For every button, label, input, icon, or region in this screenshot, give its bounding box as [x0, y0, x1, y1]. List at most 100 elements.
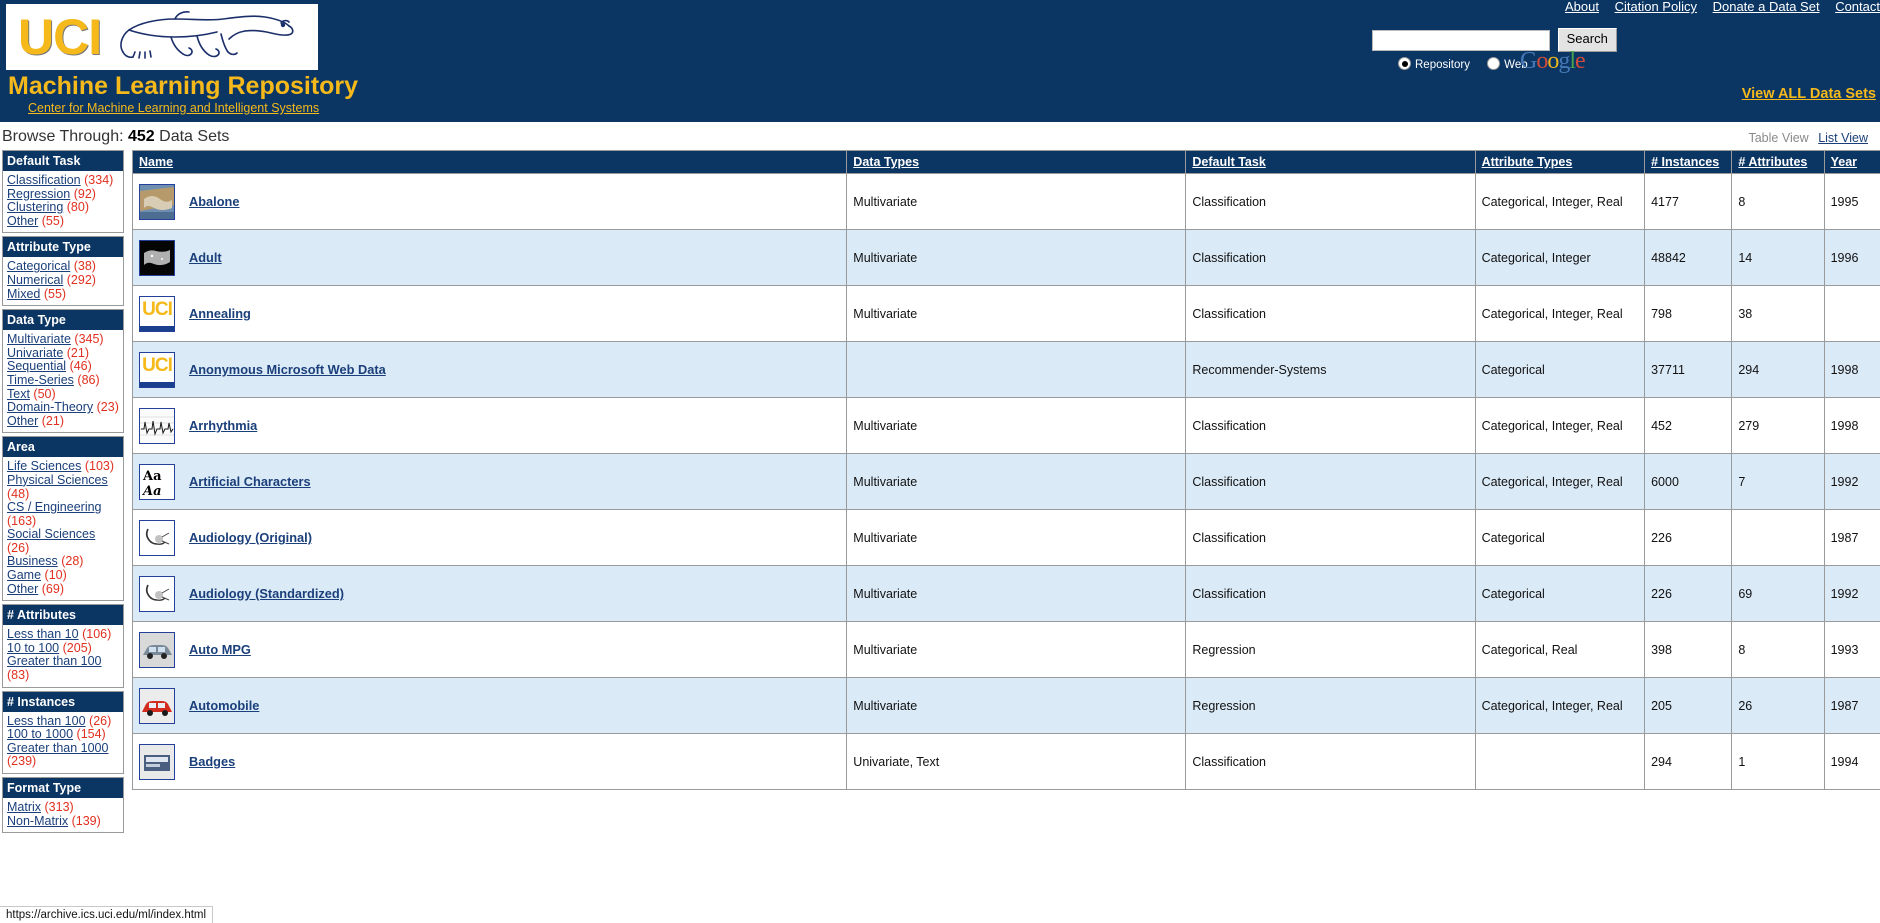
facet-item[interactable]: Domain-Theory (23) [7, 400, 119, 415]
facet-item[interactable]: Categorical (38) [7, 260, 119, 274]
badges-thumbnail[interactable] [139, 743, 175, 780]
table-row[interactable]: Adult Multivariate Classification Categoric… [131, 229, 1880, 286]
nav-donate-data-set[interactable]: Donate a Data Set [1713, 0, 1820, 14]
uci-logo-thumbnail[interactable]: UCI [139, 351, 175, 388]
nav-citation-policy[interactable]: Citation Policy [1615, 0, 1697, 14]
facet-item[interactable]: Game (10) [7, 568, 119, 583]
scope-repository-option[interactable]: Repository [1398, 57, 1470, 71]
facet-link[interactable]: Non-Matrix [7, 814, 68, 828]
ear-anatomy-thumbnail[interactable] [139, 519, 175, 556]
uci-logo[interactable]: UCI [6, 4, 318, 70]
facet-link[interactable]: Multivariate [7, 332, 71, 346]
facet-link[interactable]: Clustering [7, 200, 63, 214]
facet-item[interactable]: Matrix (313) [7, 800, 119, 815]
facet-link[interactable]: 100 to 1000 [7, 727, 73, 741]
facet-link[interactable]: Game [7, 568, 41, 582]
facet-item[interactable]: Univariate (21) [7, 346, 119, 361]
abalone-photo-thumbnail[interactable] [139, 183, 175, 220]
facet-item[interactable]: Clustering (80) [7, 200, 119, 215]
data-set-link[interactable]: Badges [189, 754, 235, 769]
facet-link[interactable]: Greater than 1000 [7, 741, 108, 755]
facet-link[interactable]: Less than 100 [7, 714, 86, 728]
facet-link[interactable]: Regression [7, 187, 70, 201]
facet-link[interactable]: 10 to 100 [7, 641, 59, 655]
table-row[interactable]: UCI Annealing Multivariate Classification Ca… [131, 285, 1880, 342]
facet-item[interactable]: Life Sciences (103) [7, 460, 119, 474]
facet-item[interactable]: Greater than 1000 (239) [7, 741, 119, 769]
facet-link[interactable]: Other [7, 582, 38, 596]
facet-item[interactable]: 100 to 1000 (154) [7, 727, 119, 742]
column-header-data-types[interactable]: Data Types [846, 150, 1187, 174]
facet-link[interactable]: Numerical [7, 273, 63, 287]
facet-link[interactable]: Time-Series [7, 373, 74, 387]
facet-link[interactable]: Univariate [7, 346, 63, 360]
facet-item[interactable]: Text (50) [7, 387, 119, 402]
table-row[interactable]: Audiology (Original) Multivariate Classifi… [131, 509, 1880, 566]
list-view-link[interactable]: List View [1818, 131, 1868, 145]
table-row[interactable]: Automobile Multivariate Regression Categori… [131, 677, 1880, 734]
facet-item[interactable]: CS / Engineering (163) [7, 500, 119, 528]
facet-link[interactable]: Business [7, 554, 58, 569]
facet-link[interactable]: Less than 10 [7, 627, 79, 641]
data-set-link[interactable]: Arrhythmia [189, 418, 257, 433]
facet-item[interactable]: Other (69) [7, 582, 119, 597]
table-row[interactable]: Audiology (Standardized) Multivariate Clas… [131, 565, 1880, 622]
data-set-link[interactable]: Annealing [189, 306, 251, 321]
red-car-thumbnail[interactable] [139, 687, 175, 724]
facet-item[interactable]: Less than 100 (26) [7, 714, 119, 729]
facet-item[interactable]: Multivariate (345) [7, 332, 119, 347]
facet-item[interactable]: Time-Series (86) [7, 373, 119, 388]
column-header-name[interactable]: Name [131, 150, 848, 174]
column-header-year[interactable]: Year [1823, 150, 1880, 174]
facet-item[interactable]: Social Sciences (26) [7, 527, 119, 555]
column-header-default-task[interactable]: Default Task [1185, 150, 1476, 174]
nav-about[interactable]: About [1565, 0, 1599, 14]
facet-link[interactable]: Social Sciences [7, 527, 95, 541]
column-header-attribute-types[interactable]: Attribute Types [1474, 150, 1646, 174]
adult-map-thumbnail[interactable] [139, 239, 175, 276]
facet-item[interactable]: Greater than 100 (83) [7, 655, 119, 682]
table-row[interactable]: Aa Aa Artificial Characters Multivariate Cla… [131, 453, 1880, 510]
nav-contact[interactable]: Contact [1835, 0, 1880, 14]
data-set-link[interactable]: Anonymous Microsoft Web Data [189, 362, 386, 377]
column-header-attributes[interactable]: # Attributes [1731, 150, 1825, 174]
table-row[interactable]: Abalone Multivariate Classification Categor… [131, 173, 1880, 230]
data-set-link[interactable]: Abalone [189, 194, 239, 209]
ecg-chart-thumbnail[interactable] [139, 407, 175, 444]
facet-item[interactable]: Other (21) [7, 414, 119, 429]
facet-link[interactable]: Text [7, 387, 30, 401]
uci-logo-thumbnail[interactable]: UCI [139, 295, 175, 332]
data-set-link[interactable]: Auto MPG [189, 642, 251, 657]
facet-link[interactable]: Categorical [7, 259, 70, 274]
center-link[interactable]: Center for Machine Learning and Intellig… [28, 101, 319, 115]
data-set-link[interactable]: Audiology (Standardized) [189, 586, 344, 601]
facet-link[interactable]: Physical Sciences [7, 473, 108, 487]
table-row[interactable]: Auto MPG Multivariate Regression Categorica… [131, 621, 1880, 678]
data-set-link[interactable]: Adult [189, 250, 222, 265]
data-set-link[interactable]: Artificial Characters [189, 474, 311, 489]
facet-item[interactable]: Less than 10 (106) [7, 627, 119, 642]
view-all-data-sets-link[interactable]: View ALL Data Sets [1742, 86, 1876, 102]
facet-link[interactable]: Matrix [7, 800, 41, 814]
facet-link[interactable]: CS / Engineering [7, 500, 102, 514]
facet-item[interactable]: Regression (92) [7, 187, 119, 202]
facet-item[interactable]: Sequential (46) [7, 360, 119, 374]
ear-anatomy-thumbnail[interactable] [139, 575, 175, 612]
facet-item[interactable]: Mixed (55) [7, 287, 119, 302]
facet-item[interactable]: Numerical (292) [7, 273, 119, 288]
facet-link[interactable]: Domain-Theory [7, 400, 93, 414]
column-header-instances[interactable]: # Instances [1644, 150, 1733, 174]
data-set-link[interactable]: Automobile [189, 698, 259, 713]
facet-item[interactable]: Business (28) [7, 555, 119, 569]
facet-link[interactable]: Life Sciences [7, 459, 81, 474]
radio-web-icon[interactable] [1487, 57, 1501, 70]
facet-item[interactable]: 10 to 100 (205) [7, 641, 119, 656]
facet-link[interactable]: Mixed [7, 287, 40, 301]
letters-aa-thumbnail[interactable]: Aa Aa [139, 463, 175, 500]
view-all-data-sets[interactable]: View ALL Data Sets [1742, 86, 1876, 102]
facet-item[interactable]: Classification (334) [7, 173, 119, 188]
facet-item[interactable]: Other (55) [7, 214, 119, 229]
center-link-anchor[interactable]: Center for Machine Learning and Intellig… [28, 101, 319, 115]
radio-repository-icon[interactable] [1398, 57, 1411, 70]
facet-item[interactable]: Physical Sciences (48) [7, 473, 119, 501]
